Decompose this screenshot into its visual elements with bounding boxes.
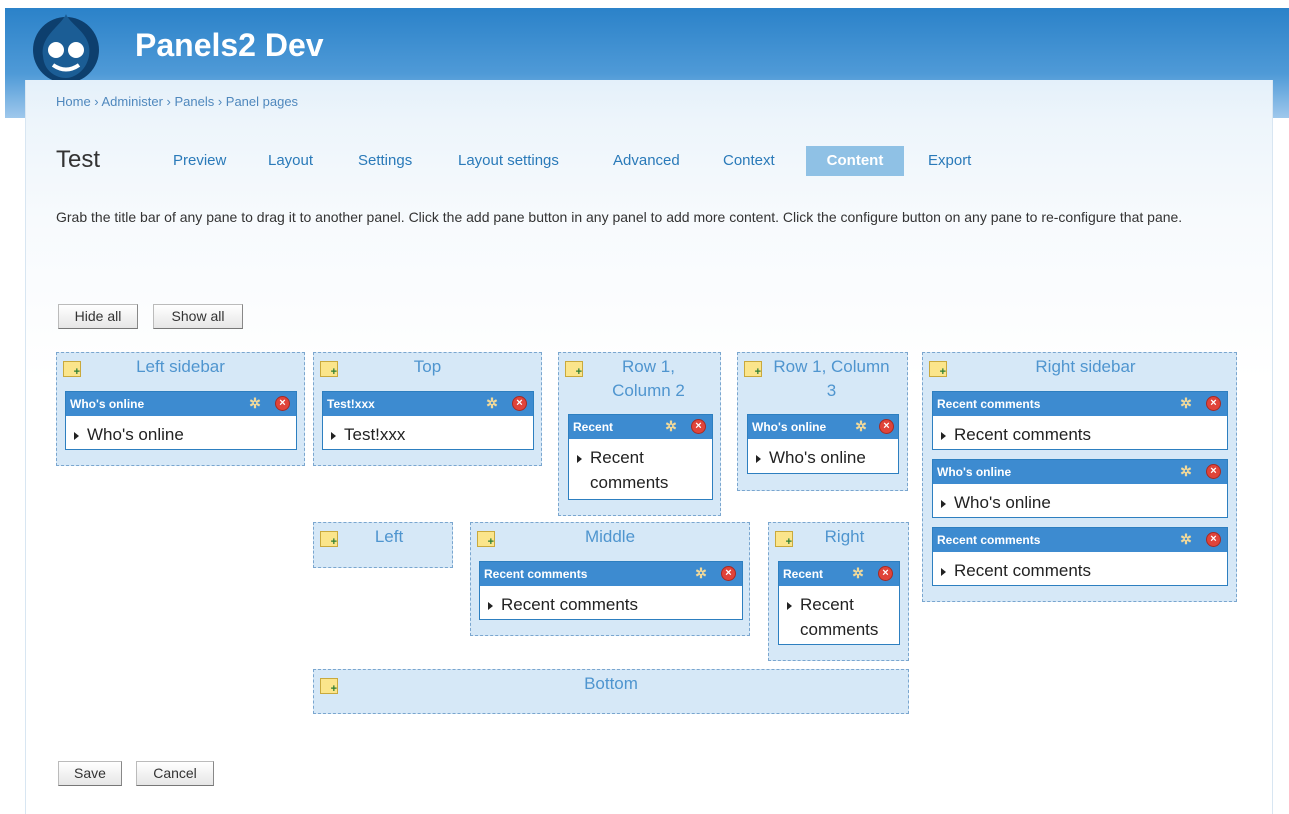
help-text: Grab the title bar of any pane to drag i… — [56, 209, 1183, 225]
breadcrumb[interactable]: Home › Administer › Panels › Panel pages — [56, 94, 298, 109]
panel-left-sidebar: Left sidebar Who's online ✲ × Who's onli… — [56, 352, 305, 466]
pane-bar-label: Test!xxx — [327, 397, 375, 411]
pane-content-label[interactable]: Recent comments — [800, 592, 890, 642]
pane-title-bar[interactable]: Who's online ✲ × — [748, 415, 898, 439]
panel-row1-col3: Row 1, Column 3 Who's online ✲ × Who's o… — [737, 352, 908, 491]
pane: Recent comments ✲ × Recent comments — [932, 391, 1228, 450]
gear-icon[interactable]: ✲ — [851, 566, 865, 580]
pane: Who's online ✲ × Who's online — [65, 391, 297, 450]
triangle-right-icon[interactable] — [756, 454, 761, 463]
pane-bar-label: Recent — [573, 420, 614, 434]
pane-title-bar[interactable]: Who's online ✲ × — [933, 460, 1227, 484]
tab-settings[interactable]: Settings — [344, 146, 426, 176]
page-title: Test — [56, 146, 101, 173]
triangle-right-icon[interactable] — [331, 431, 336, 440]
gear-icon[interactable]: ✲ — [1179, 532, 1193, 546]
pane-bar-label: Who's online — [70, 397, 145, 411]
tab-layout[interactable]: Layout — [254, 146, 327, 176]
panel-right-sidebar: Right sidebar Recent comments ✲ × Recent… — [922, 352, 1237, 602]
panel-title: Right — [824, 527, 865, 546]
pane-content-label[interactable]: Who's online — [769, 448, 866, 467]
pane-bar-label: Recent comments — [937, 397, 1041, 411]
delete-icon[interactable]: × — [512, 396, 527, 411]
gear-icon[interactable]: ✲ — [1179, 396, 1193, 410]
drupal-logo-icon[interactable] — [27, 10, 105, 84]
save-button[interactable]: Save — [58, 761, 122, 786]
pane-title-bar[interactable]: Recent comments ✲ × — [933, 392, 1227, 416]
triangle-right-icon[interactable] — [577, 455, 582, 463]
panel-title: Left — [374, 527, 404, 546]
panel-right: Right Recent ✲ × Recent comments — [768, 522, 909, 661]
tab-context[interactable]: Context — [709, 146, 789, 176]
hide-all-button[interactable]: Hide all — [58, 304, 138, 329]
panel-left: Left — [313, 522, 453, 568]
gear-icon[interactable]: ✲ — [1179, 464, 1193, 478]
pane: Recent ✲ × Recent comments — [778, 561, 900, 645]
panel-title: Row 1, Column 3 — [773, 357, 890, 400]
pane-title-bar[interactable]: Recent comments ✲ × — [933, 528, 1227, 552]
gear-icon[interactable]: ✲ — [854, 419, 868, 433]
panel-title: Right sidebar — [1035, 357, 1136, 376]
triangle-right-icon[interactable] — [787, 602, 792, 610]
pane-content-label[interactable]: Recent comments — [501, 595, 638, 614]
delete-icon[interactable]: × — [1206, 396, 1221, 411]
pane-content-label[interactable]: Test!xxx — [344, 425, 405, 444]
panel-title: Middle — [584, 527, 636, 546]
pane-bar-label: Recent — [783, 567, 824, 581]
pane-content-label[interactable]: Recent comments — [590, 445, 690, 495]
tab-advanced[interactable]: Advanced — [599, 146, 694, 176]
gear-icon[interactable]: ✲ — [664, 419, 678, 433]
pane-content-label[interactable]: Recent comments — [954, 561, 1091, 580]
panel-title: Left sidebar — [136, 357, 225, 376]
panel-top: Top Test!xxx ✲ × Test!xxx — [313, 352, 542, 466]
tab-export[interactable]: Export — [914, 146, 985, 176]
delete-icon[interactable]: × — [879, 419, 894, 434]
delete-icon[interactable]: × — [1206, 464, 1221, 479]
pane-content-label[interactable]: Who's online — [87, 425, 184, 444]
triangle-right-icon[interactable] — [941, 567, 946, 576]
panel-bottom: Bottom — [313, 669, 909, 714]
cancel-button[interactable]: Cancel — [136, 761, 214, 786]
gear-icon[interactable]: ✲ — [485, 396, 499, 410]
delete-icon[interactable]: × — [691, 419, 706, 434]
pane: Recent comments ✲ × Recent comments — [932, 527, 1228, 586]
pane-bar-label: Who's online — [937, 465, 1012, 479]
tab-layout-settings[interactable]: Layout settings — [444, 146, 573, 176]
gear-icon[interactable]: ✲ — [248, 396, 262, 410]
pane-bar-label: Recent comments — [484, 567, 588, 581]
pane: Test!xxx ✲ × Test!xxx — [322, 391, 534, 450]
pane-content-label[interactable]: Recent comments — [954, 425, 1091, 444]
tab-preview[interactable]: Preview — [159, 146, 240, 176]
gear-icon[interactable]: ✲ — [694, 566, 708, 580]
pane-content-label[interactable]: Who's online — [954, 493, 1051, 512]
pane-title-bar[interactable]: Test!xxx ✲ × — [323, 392, 533, 416]
delete-icon[interactable]: × — [878, 566, 893, 581]
delete-icon[interactable]: × — [721, 566, 736, 581]
site-name[interactable]: Panels2 Dev — [135, 27, 324, 64]
pane-title-bar[interactable]: Recent comments ✲ × — [480, 562, 742, 586]
triangle-right-icon[interactable] — [488, 601, 493, 610]
pane-title-bar[interactable]: Recent ✲ × — [569, 415, 712, 439]
panel-middle: Middle Recent comments ✲ × Recent commen… — [470, 522, 750, 636]
pane-bar-label: Recent comments — [937, 533, 1041, 547]
panel-row1-col2: Row 1, Column 2 Recent ✲ × Recent commen… — [558, 352, 721, 516]
pane-title-bar[interactable]: Who's online ✲ × — [66, 392, 296, 416]
panel-title: Bottom — [584, 674, 638, 693]
pane-title-bar[interactable]: Recent ✲ × — [779, 562, 899, 586]
panel-title: Top — [413, 357, 442, 376]
triangle-right-icon[interactable] — [941, 431, 946, 440]
delete-icon[interactable]: × — [1206, 532, 1221, 547]
show-all-button[interactable]: Show all — [153, 304, 243, 329]
pane: Who's online ✲ × Who's online — [932, 459, 1228, 518]
triangle-right-icon[interactable] — [941, 499, 946, 508]
pane: Recent comments ✲ × Recent comments — [479, 561, 743, 620]
pane: Who's online ✲ × Who's online — [747, 414, 899, 474]
pane: Recent ✲ × Recent comments — [568, 414, 713, 500]
tab-content[interactable]: Content — [806, 146, 904, 176]
delete-icon[interactable]: × — [275, 396, 290, 411]
panel-title: Row 1, Column 2 — [612, 357, 685, 400]
pane-bar-label: Who's online — [752, 420, 827, 434]
triangle-right-icon[interactable] — [74, 431, 79, 440]
